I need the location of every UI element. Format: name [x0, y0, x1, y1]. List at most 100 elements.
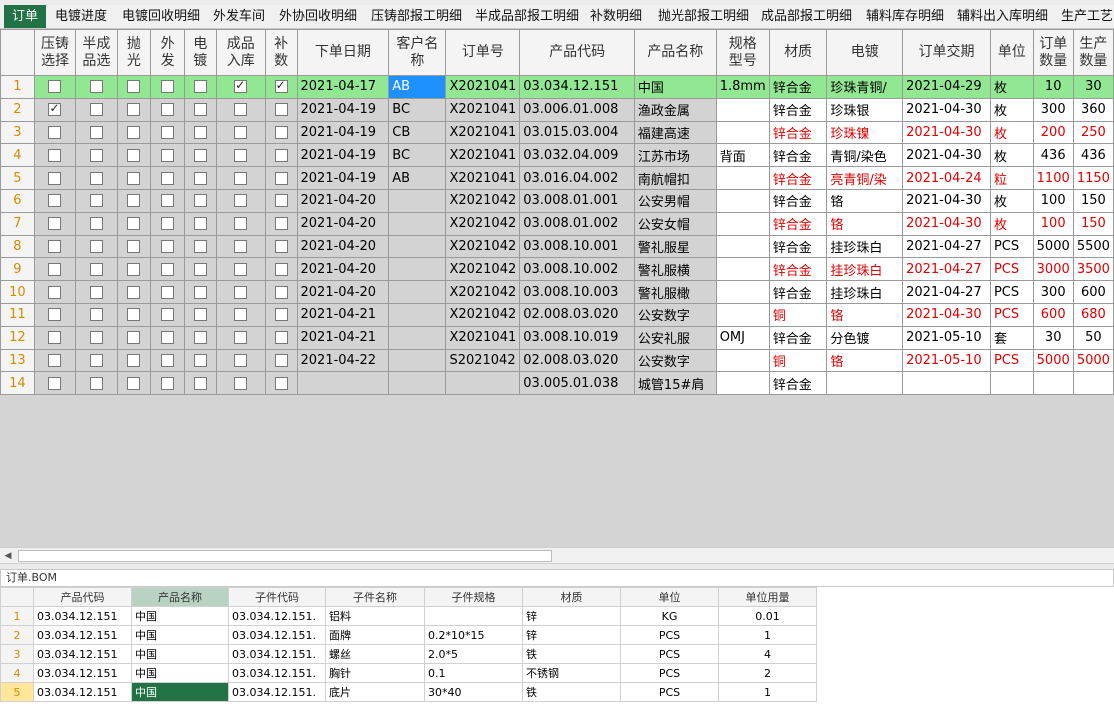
cell-unit[interactable]: 套	[989, 325, 1034, 350]
cell-prod[interactable]: 5500	[1072, 234, 1114, 259]
checkbox[interactable]	[274, 331, 288, 345]
cell-qty[interactable]: 200	[1032, 120, 1074, 145]
cell-unit[interactable]: PCS	[989, 234, 1034, 259]
checkbox[interactable]	[48, 80, 62, 94]
cell-material[interactable]: 锌合金	[768, 257, 828, 282]
bom-cell-name[interactable]: 中国	[131, 682, 229, 702]
cell-due[interactable]: 2021-05-10	[902, 325, 991, 350]
table-row[interactable]: 8 2021-04-20 X2021042 03.008.10.001 警礼服星 锌合金挂…	[0, 234, 1114, 259]
cell-qty[interactable]: 100	[1032, 188, 1074, 213]
table-row[interactable]: 4 2021-04-19 BC X2021041 03.032.04.009 江苏市场 背面…	[0, 143, 1114, 168]
cell-qty[interactable]: 5000	[1032, 234, 1074, 259]
cell-code[interactable]: 03.008.01.001	[519, 188, 635, 213]
cell-customer[interactable]: AB	[388, 75, 447, 99]
column-header[interactable]: 规格 型号	[715, 29, 770, 76]
column-header[interactable]: 产品代码	[519, 29, 635, 76]
cell-plating[interactable]: 分色镀	[826, 325, 904, 350]
bom-column-header[interactable]: 单位用量	[718, 587, 817, 607]
cell-qty[interactable]: 300	[1032, 280, 1074, 304]
cell-prod[interactable]: 50	[1072, 325, 1114, 350]
tab-accessory-stock[interactable]: 辅料库存明细	[864, 5, 946, 28]
bom-column-header[interactable]: 产品代码	[33, 587, 132, 607]
checkbox-cell[interactable]	[183, 280, 217, 304]
checkbox[interactable]	[193, 171, 207, 185]
checkbox[interactable]	[193, 148, 207, 162]
cell-customer[interactable]	[388, 371, 447, 396]
bom-column-header[interactable]: 产品名称	[131, 587, 229, 607]
cell-code[interactable]: 02.008.03.020	[519, 348, 635, 373]
cell-spec[interactable]	[715, 257, 770, 282]
checkbox[interactable]	[234, 331, 248, 345]
checkbox-cell[interactable]	[116, 75, 152, 99]
checkbox-cell[interactable]	[75, 257, 118, 282]
checkbox-cell[interactable]	[33, 166, 77, 190]
cell-unit[interactable]: 枚	[989, 188, 1034, 213]
checkbox-cell[interactable]	[116, 188, 152, 213]
checkbox-cell[interactable]	[215, 120, 266, 145]
grid-corner-cell[interactable]	[0, 29, 35, 76]
cell-customer[interactable]: BC	[388, 97, 447, 122]
cell-spec[interactable]	[715, 97, 770, 122]
cell-name[interactable]: 公安男帽	[633, 188, 717, 213]
tab-finished-report[interactable]: 成品部报工明细	[759, 5, 854, 28]
checkbox[interactable]	[161, 125, 175, 139]
cell-unit[interactable]: PCS	[989, 302, 1034, 327]
checkbox-cell[interactable]	[150, 325, 185, 350]
checkbox[interactable]	[48, 148, 62, 162]
checkbox-cell[interactable]	[75, 188, 118, 213]
cell-prod[interactable]: 150	[1072, 211, 1114, 236]
bom-cell-name[interactable]: 中国	[131, 663, 229, 683]
checkbox-cell[interactable]	[33, 348, 77, 373]
bom-cell-sub-spec[interactable]: 2.0*5	[424, 644, 523, 664]
bom-cell-name[interactable]: 中国	[131, 606, 229, 626]
bom-cell-material[interactable]: 锌	[522, 606, 621, 626]
checkbox[interactable]	[234, 262, 248, 276]
tab-plating-progress[interactable]: 电镀进度	[53, 5, 109, 28]
checkbox-cell[interactable]	[75, 348, 118, 373]
checkbox[interactable]	[234, 103, 248, 117]
cell-order[interactable]: X2021042	[445, 257, 521, 282]
cell-due[interactable]: 2021-04-27	[902, 280, 991, 304]
checkbox[interactable]	[48, 194, 62, 208]
checkbox[interactable]	[127, 285, 141, 299]
checkbox[interactable]	[48, 101, 62, 117]
checkbox-cell[interactable]	[33, 234, 77, 259]
column-header[interactable]: 压铸 选择	[33, 29, 77, 76]
cell-plating[interactable]: 珍珠青铜/	[826, 75, 904, 99]
cell-spec[interactable]	[715, 234, 770, 259]
bom-row-number[interactable]: 3	[0, 644, 34, 664]
bom-column-header[interactable]: 单位	[620, 587, 719, 607]
checkbox-cell[interactable]	[75, 143, 118, 168]
checkbox-cell[interactable]	[150, 75, 185, 99]
cell-spec[interactable]	[715, 371, 770, 396]
checkbox-cell[interactable]	[183, 257, 217, 282]
cell-prod[interactable]: 5000	[1072, 348, 1114, 373]
cell-name[interactable]: 公安女帽	[633, 211, 717, 236]
cell-qty[interactable]: 30	[1032, 325, 1074, 350]
checkbox-cell[interactable]	[215, 348, 266, 373]
table-row[interactable]: 10 2021-04-20 X2021042 03.008.10.003 警礼服橄 锌合金…	[0, 280, 1114, 304]
checkbox-cell[interactable]	[33, 280, 77, 304]
cell-unit[interactable]: 枚	[989, 75, 1034, 99]
checkbox-cell[interactable]	[33, 371, 77, 396]
tab-outsource-workshop[interactable]: 外发车间	[211, 5, 267, 28]
cell-plating[interactable]: 亮青铜/染	[826, 166, 904, 190]
checkbox[interactable]	[48, 125, 62, 139]
cell-prod[interactable]: 436	[1072, 143, 1114, 168]
cell-spec[interactable]	[715, 280, 770, 304]
cell-date[interactable]: 2021-04-20	[296, 280, 390, 304]
bom-cell-sub-spec[interactable]: 0.1	[424, 663, 523, 683]
bom-column-header[interactable]: 材质	[522, 587, 621, 607]
row-number[interactable]: 12	[0, 325, 35, 350]
cell-order[interactable]: X2021041	[445, 75, 521, 99]
checkbox[interactable]	[234, 78, 248, 94]
checkbox[interactable]	[161, 80, 175, 94]
table-row[interactable]: 14 03.005.01.038 城管15#肩 锌合金	[0, 371, 1114, 396]
tab-production-process[interactable]: 生产工艺	[1059, 5, 1114, 28]
cell-qty[interactable]: 436	[1032, 143, 1074, 168]
cell-due[interactable]: 2021-04-27	[902, 234, 991, 259]
cell-plating[interactable]: 珍珠镍	[826, 120, 904, 145]
cell-date[interactable]	[296, 371, 390, 396]
cell-code[interactable]: 03.015.03.004	[519, 120, 635, 145]
checkbox[interactable]	[193, 80, 207, 94]
